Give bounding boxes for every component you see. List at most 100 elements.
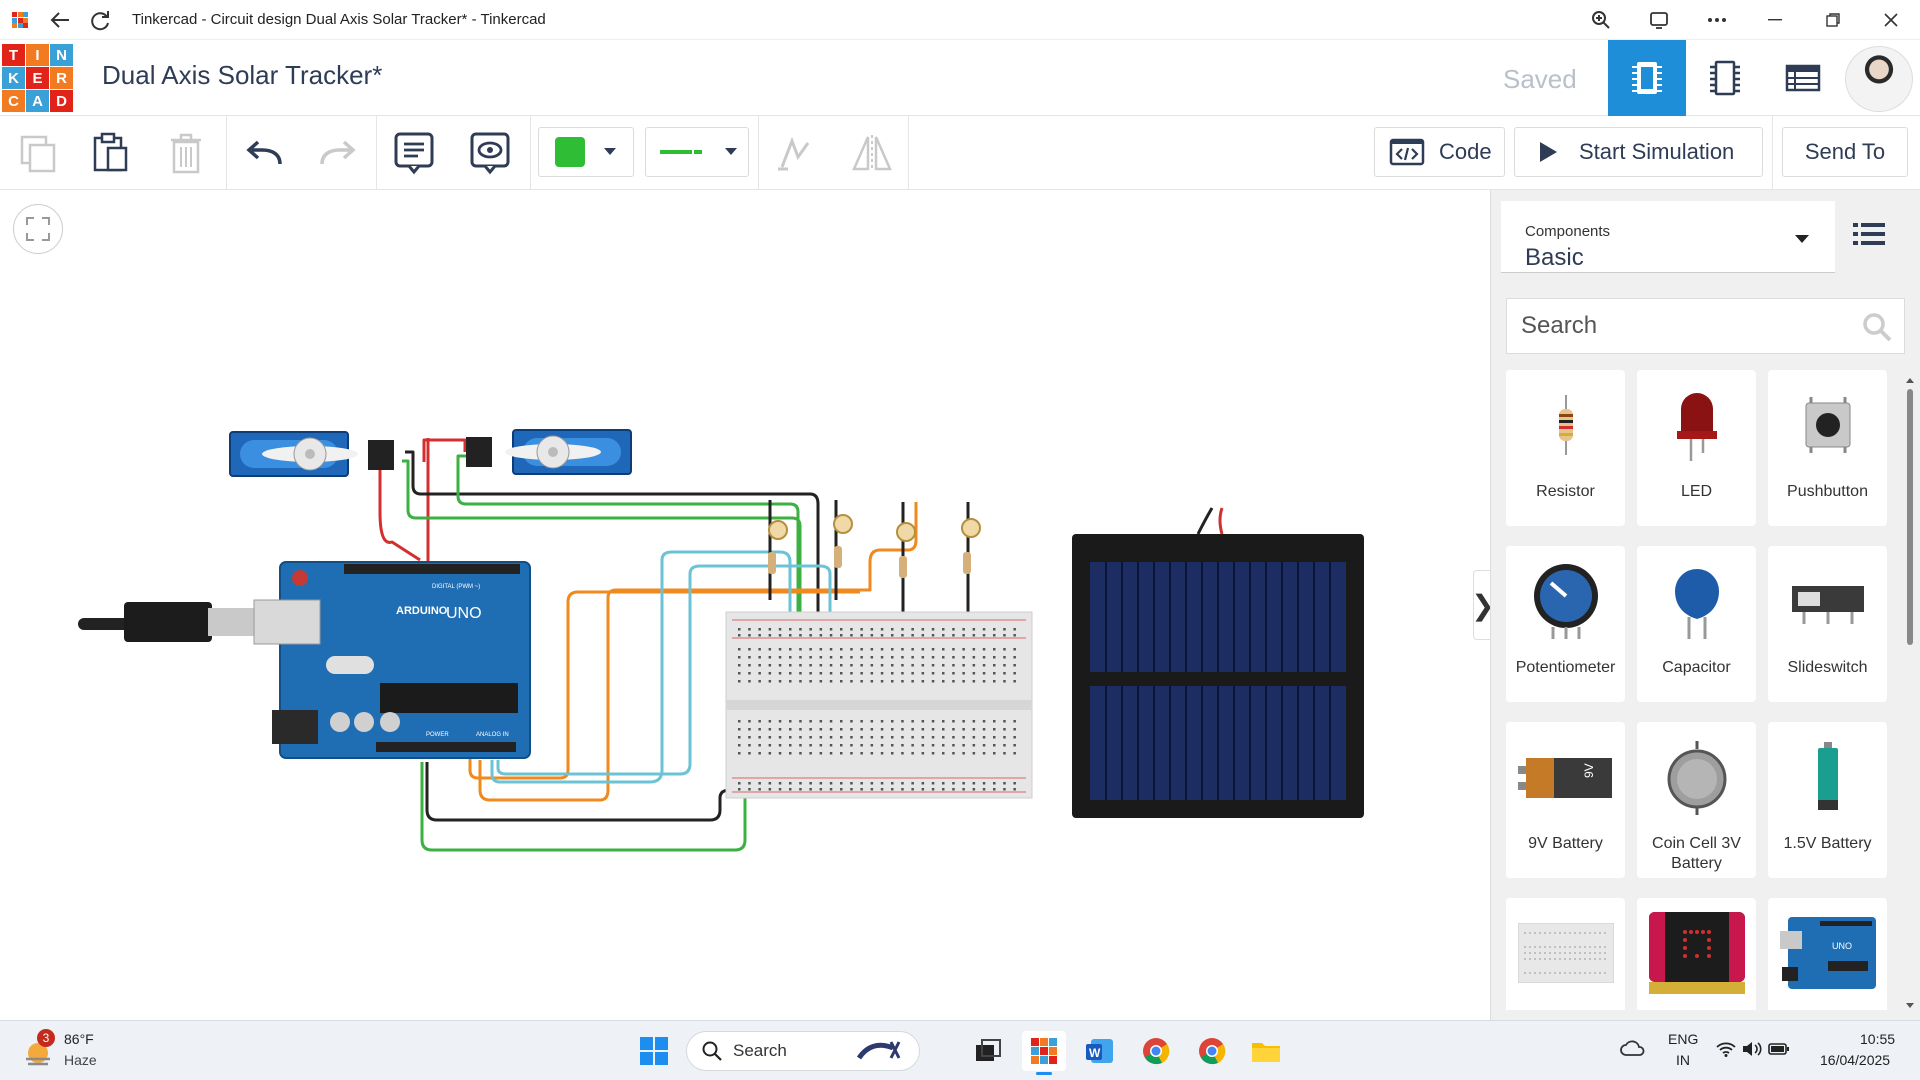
component-search-input[interactable] [1507, 299, 1847, 353]
servo-motor-2 [466, 429, 632, 475]
coin-cell-icon [1637, 722, 1756, 832]
component-card-1-5v-battery[interactable]: 1.5V Battery [1768, 722, 1887, 878]
circuit-view-icon [1632, 62, 1662, 94]
solar-panel [1072, 507, 1364, 818]
component-card-slideswitch[interactable]: Slideswitch [1768, 546, 1887, 702]
start-button[interactable] [632, 1031, 676, 1071]
logo-letter: N [50, 44, 73, 66]
language-top[interactable]: ENG [1668, 1031, 1698, 1047]
rotate-button[interactable] [766, 126, 822, 180]
circuit-view-button[interactable] [1608, 40, 1686, 116]
search-icon[interactable] [1862, 312, 1892, 342]
zoom-icon[interactable] [1572, 0, 1630, 40]
taskbar-tinkercad[interactable] [1022, 1031, 1066, 1075]
components-label: Components [1525, 223, 1611, 240]
copy-button[interactable] [10, 126, 66, 180]
user-avatar[interactable] [1845, 46, 1913, 112]
component-card-led[interactable]: LED [1637, 370, 1756, 526]
folder-icon [1252, 1043, 1280, 1062]
circuit-canvas[interactable]: ARDUINO UNO DIGITAL (PWM ~) POWER ANALOG… [0, 190, 1495, 1020]
back-icon[interactable] [40, 0, 80, 40]
clock-date[interactable]: 16/04/2025 [1820, 1052, 1890, 1068]
panel-scrollbar[interactable] [1903, 375, 1917, 1015]
notes-visibility-button[interactable] [462, 126, 518, 180]
schematic-view-button[interactable] [1686, 40, 1764, 116]
battery-aa-icon [1768, 722, 1887, 832]
start-simulation-button[interactable]: Start Simulation [1514, 127, 1763, 177]
notes-button[interactable] [386, 126, 442, 180]
logo-letter: T [2, 44, 25, 66]
component-card-resistor[interactable]: Resistor [1506, 370, 1625, 526]
note-icon [394, 132, 434, 175]
word-icon: W [1086, 1039, 1113, 1063]
list-view-button[interactable] [1851, 220, 1895, 256]
component-card-potentiometer[interactable]: Potentiometer [1506, 546, 1625, 702]
taskbar-chrome-2[interactable] [1190, 1031, 1234, 1071]
tinkercad-logo[interactable]: TIN KER CAD [2, 44, 73, 112]
window-titlebar: Tinkercad - Circuit design Dual Axis Sol… [0, 0, 1920, 40]
search-icon [702, 1041, 722, 1061]
component-card-capacitor[interactable]: Capacitor [1637, 546, 1756, 702]
tinkercad-app-icon [1031, 1038, 1057, 1064]
volume-icon[interactable] [1742, 1041, 1762, 1062]
clock-time[interactable]: 10:55 [1860, 1031, 1895, 1047]
refresh-icon[interactable] [80, 0, 120, 40]
components-dropdown[interactable]: Components Basic [1501, 201, 1835, 273]
servo-motor-1 [229, 431, 394, 477]
send-to-button[interactable]: Send To [1782, 127, 1908, 177]
component-card-breadboard[interactable] [1506, 898, 1625, 1010]
paste-icon [93, 132, 128, 172]
component-card-microbit[interactable] [1637, 898, 1756, 1010]
schematic-view-icon [1710, 60, 1740, 96]
app-header: TIN KER CAD Dual Axis Solar Tracker* Saved [0, 40, 1920, 116]
taskbar-chrome-1[interactable] [1134, 1031, 1178, 1071]
wire-color-dropdown[interactable] [538, 127, 634, 177]
eye-note-icon [470, 132, 510, 175]
design-title[interactable]: Dual Axis Solar Tracker* [102, 60, 382, 91]
microbit-icon [1637, 898, 1756, 1008]
trash-icon [171, 133, 201, 174]
board-brand: ARDUINO [396, 605, 448, 617]
component-card-9v-battery[interactable]: 9V 9V Battery [1506, 722, 1625, 878]
logo-letter: A [26, 90, 49, 112]
simulate-label: Start Simulation [1579, 139, 1735, 164]
taskbar-search-label: Search [733, 1041, 787, 1060]
wifi-icon[interactable] [1716, 1041, 1736, 1062]
weather-widget[interactable]: 3 [22, 1029, 58, 1069]
component-list-button[interactable] [1764, 40, 1842, 116]
component-card-coin-cell-3v-battery[interactable]: Coin Cell 3V Battery [1637, 722, 1756, 878]
pushbutton-icon [1768, 370, 1887, 480]
maximize-icon[interactable] [1804, 0, 1862, 40]
weather-desc: Haze [64, 1052, 97, 1068]
taskbar-file-explorer[interactable] [1244, 1031, 1288, 1071]
send-to-label: Send To [1804, 139, 1886, 164]
rotate-icon [778, 136, 810, 171]
onedrive-icon[interactable] [1620, 1039, 1646, 1062]
taskbar-word[interactable]: W [1078, 1031, 1122, 1071]
code-button[interactable]: Code [1374, 127, 1505, 177]
wire-type-dropdown[interactable] [645, 127, 749, 177]
paste-button[interactable] [82, 126, 138, 180]
redo-button[interactable] [310, 126, 366, 180]
delete-button[interactable] [158, 126, 214, 180]
screen-share-icon[interactable] [1630, 0, 1688, 40]
component-label: LED [1680, 483, 1713, 500]
component-card-pushbutton[interactable]: Pushbutton [1768, 370, 1887, 526]
logo-letter: R [50, 67, 73, 89]
chrome-icon [1143, 1038, 1170, 1065]
usb-cable [78, 602, 254, 642]
component-label: Capacitor [1662, 659, 1731, 676]
weather-badge: 3 [37, 1029, 55, 1047]
flip-button[interactable] [844, 126, 900, 180]
taskbar-search[interactable]: Search [686, 1031, 920, 1071]
task-view-button[interactable] [966, 1031, 1010, 1071]
more-options-icon[interactable] [1688, 0, 1746, 40]
battery-icon[interactable] [1768, 1041, 1790, 1062]
breadboard-icon [1506, 898, 1625, 1008]
chevron-down-icon [1795, 235, 1809, 243]
minimize-icon[interactable] [1746, 0, 1804, 40]
close-window-icon[interactable] [1862, 0, 1920, 40]
svg-text:9V: 9V [1582, 763, 1596, 778]
undo-button[interactable] [236, 126, 292, 180]
component-card-arduino-uno[interactable]: UNO [1768, 898, 1887, 1010]
